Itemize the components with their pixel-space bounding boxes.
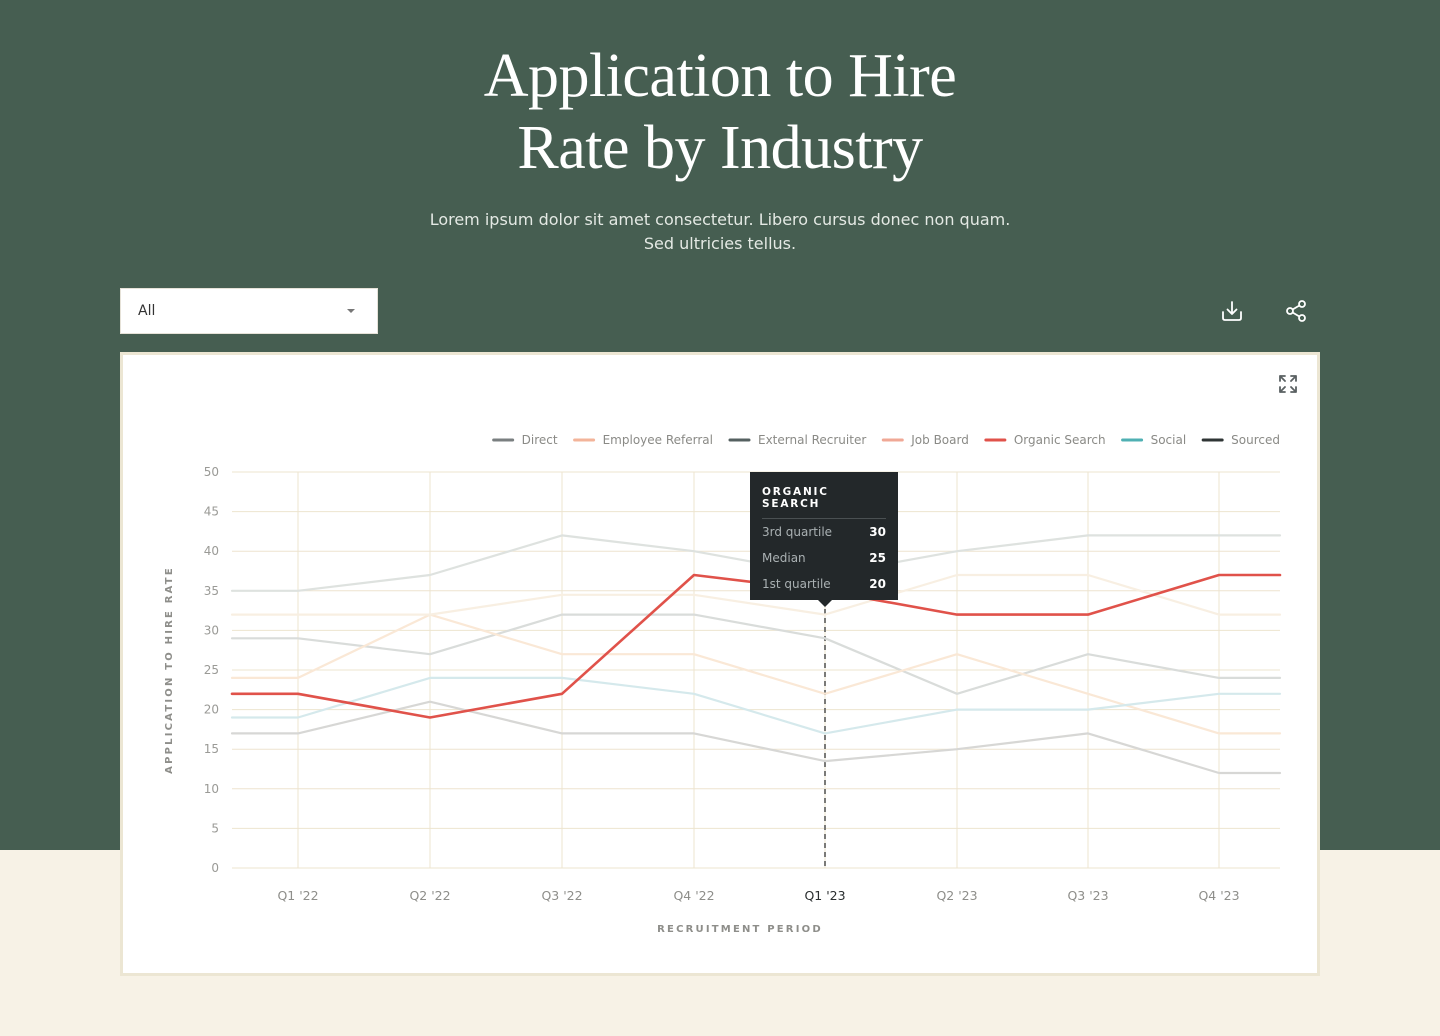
legend-item: Employee Referral <box>573 433 713 447</box>
chart-tooltip: ORGANIC SEARCH 3rd quartile 30 Median 25… <box>750 472 898 607</box>
tooltip-label: 3rd quartile <box>762 525 833 539</box>
x-tick-label: Q4 '23 <box>1198 888 1239 903</box>
y-tick-label: 40 <box>204 544 219 558</box>
y-tick-label: 25 <box>204 663 219 677</box>
tooltip-label: 1st quartile <box>762 577 831 591</box>
tooltip-row: 1st quartile 20 <box>762 571 886 597</box>
y-axis-label: APPLICATION TO HIRE RATE <box>164 566 175 774</box>
series-line-social <box>230 676 1282 735</box>
tooltip-row: 3rd quartile 30 <box>762 519 886 545</box>
legend-item: Social <box>1121 433 1187 447</box>
x-tick-label: Q1 '23 <box>804 888 845 903</box>
y-tick-label: 5 <box>211 821 219 835</box>
tooltip-row: Median 25 <box>762 545 886 571</box>
legend-label: Direct <box>522 433 558 447</box>
y-tick-label: 10 <box>204 782 219 796</box>
legend-label: External Recruiter <box>758 433 866 447</box>
legend-label: Sourced <box>1231 433 1280 447</box>
x-tick-label: Q3 '22 <box>541 888 582 903</box>
x-tick-label: Q2 '23 <box>936 888 977 903</box>
tooltip-title: ORGANIC SEARCH <box>762 486 886 519</box>
y-tick-label: 0 <box>211 861 219 875</box>
expand-button[interactable] <box>1279 375 1297 393</box>
series-line-employee-referral <box>230 613 1282 735</box>
y-tick-label: 15 <box>204 742 219 756</box>
chart-legend: Direct Employee Referral External Recruite… <box>492 433 1280 447</box>
legend-item: Sourced <box>1201 433 1280 447</box>
legend-label: Social <box>1151 433 1187 447</box>
y-tick-label: 20 <box>204 703 219 717</box>
legend-label: Job Board <box>910 433 969 447</box>
legend-item: Job Board <box>881 433 969 447</box>
x-tick-label: Q3 '23 <box>1067 888 1108 903</box>
tooltip-value: 20 <box>869 577 886 591</box>
tooltip-value: 30 <box>869 525 886 539</box>
tooltip-value: 25 <box>869 551 886 565</box>
legend-item: External Recruiter <box>728 433 866 447</box>
y-tick-label: 35 <box>204 584 219 598</box>
y-tick-label: 45 <box>204 505 219 519</box>
series-line-direct <box>230 613 1282 695</box>
y-tick-label: 50 <box>204 465 219 479</box>
tooltip-label: Median <box>762 551 806 565</box>
x-tick-label: Q2 '22 <box>409 888 450 903</box>
x-axis-label: RECRUITMENT PERIOD <box>657 924 823 935</box>
line-chart: 0 5 10 15 20 25 30 35 40 45 50 Q1 '22 Q2 '22 Q3 '22 Q4… <box>164 375 1297 935</box>
x-tick-label: Q1 '22 <box>277 888 318 903</box>
legend-item: Organic Search <box>984 433 1106 447</box>
legend-item: Direct <box>492 433 558 447</box>
legend-label: Organic Search <box>1014 433 1106 447</box>
y-tick-label: 30 <box>204 623 219 637</box>
legend-label: Employee Referral <box>603 433 713 447</box>
x-tick-label: Q4 '22 <box>673 888 714 903</box>
